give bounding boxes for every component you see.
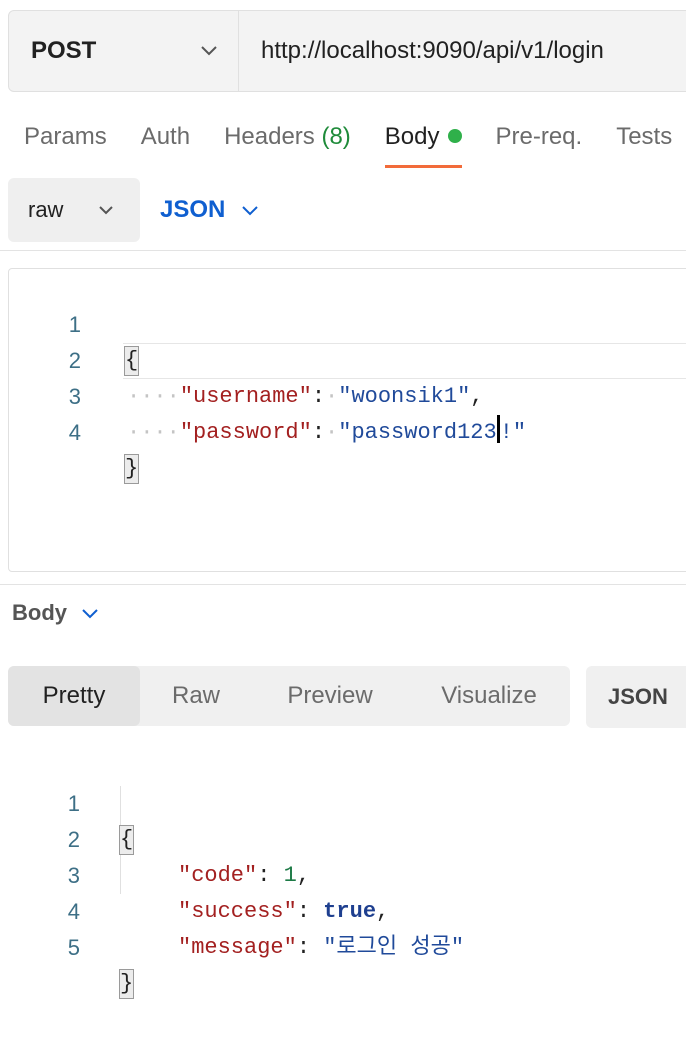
tab-params[interactable]: Params bbox=[24, 112, 107, 168]
response-format-dropdown[interactable]: JSON bbox=[586, 666, 686, 728]
line-number: 5 bbox=[67, 935, 80, 960]
code-line: 1 { bbox=[0, 750, 686, 855]
divider bbox=[0, 584, 686, 585]
response-body-viewer: 1 { 2 "code": 1, 3 "success": true, 4 "m… bbox=[0, 750, 686, 999]
json-key: "message" bbox=[178, 935, 297, 960]
tab-pre-request[interactable]: Pre-req. bbox=[496, 112, 583, 168]
code-line: 3 ····"password":·"password123 !" bbox=[9, 343, 686, 445]
code-line: 4 } bbox=[9, 379, 686, 484]
method-label: POST bbox=[31, 37, 97, 64]
code-line: 1 { bbox=[9, 271, 686, 376]
json-key: "password" bbox=[179, 420, 312, 445]
tab-tests[interactable]: Tests bbox=[616, 112, 672, 168]
response-view-tabs: Pretty Raw Preview Visualize bbox=[8, 666, 570, 726]
code-line: 4 "message": "로그인 성공" bbox=[0, 858, 686, 960]
json-value: "password123 bbox=[338, 420, 497, 445]
url-text: http://localhost:9090/api/v1/login bbox=[261, 37, 604, 64]
request-body-editor[interactable]: 1 { 2 ····"username":·"woonsik1", 3 ····… bbox=[8, 268, 686, 572]
code-line: 3 "success": true, bbox=[0, 822, 686, 924]
indent-guide: ···· bbox=[127, 420, 180, 445]
body-mode-row: raw JSON bbox=[8, 178, 259, 242]
tab-tests-label: Tests bbox=[616, 123, 673, 150]
code-line: 2 ····"username":·"woonsik1", bbox=[9, 307, 686, 409]
tab-raw[interactable]: Raw bbox=[140, 666, 252, 726]
request-tabs: Params Auth Headers (8) Body Pre-req. Te… bbox=[24, 112, 686, 168]
url-input[interactable]: http://localhost:9090/api/v1/login bbox=[239, 11, 686, 91]
close-brace: } bbox=[118, 969, 135, 999]
tab-pretty[interactable]: Pretty bbox=[8, 666, 140, 726]
headers-count-badge: (8) bbox=[321, 123, 351, 150]
tab-params-label: Params bbox=[24, 123, 107, 150]
tab-headers[interactable]: Headers (8) bbox=[224, 112, 351, 168]
tab-auth[interactable]: Auth bbox=[141, 112, 190, 168]
body-format-label: JSON bbox=[160, 196, 226, 223]
body-type-label: raw bbox=[28, 197, 64, 222]
response-section-label: Body bbox=[12, 600, 67, 625]
chevron-down-icon bbox=[81, 608, 99, 619]
tab-headers-label: Headers bbox=[224, 123, 315, 150]
chevron-down-icon bbox=[98, 205, 114, 215]
tab-body[interactable]: Body bbox=[384, 112, 462, 168]
tab-auth-label: Auth bbox=[140, 123, 191, 150]
request-url-bar: POST http://localhost:9090/api/v1/login bbox=[8, 10, 686, 92]
response-body-toggle[interactable]: Body bbox=[12, 600, 99, 626]
divider bbox=[0, 250, 686, 251]
tab-visualize[interactable]: Visualize bbox=[408, 666, 570, 726]
json-value-tail: !" bbox=[499, 420, 527, 445]
method-dropdown[interactable]: POST bbox=[9, 11, 239, 91]
close-brace: } bbox=[123, 454, 140, 484]
tab-preview[interactable]: Preview bbox=[252, 666, 408, 726]
tab-pre-request-label: Pre-req. bbox=[495, 123, 583, 150]
body-status-dot-icon bbox=[447, 129, 462, 143]
chevron-down-icon bbox=[200, 45, 218, 57]
body-format-dropdown[interactable]: JSON bbox=[160, 196, 259, 224]
body-type-dropdown[interactable]: raw bbox=[8, 178, 140, 242]
chevron-down-icon bbox=[241, 205, 259, 216]
json-value: "로그인 성공" bbox=[323, 935, 465, 960]
line-number: 4 bbox=[68, 420, 81, 445]
code-line: 2 "code": 1, bbox=[0, 786, 686, 888]
code-line: 5 } bbox=[0, 894, 686, 999]
tab-body-label: Body bbox=[384, 123, 440, 150]
